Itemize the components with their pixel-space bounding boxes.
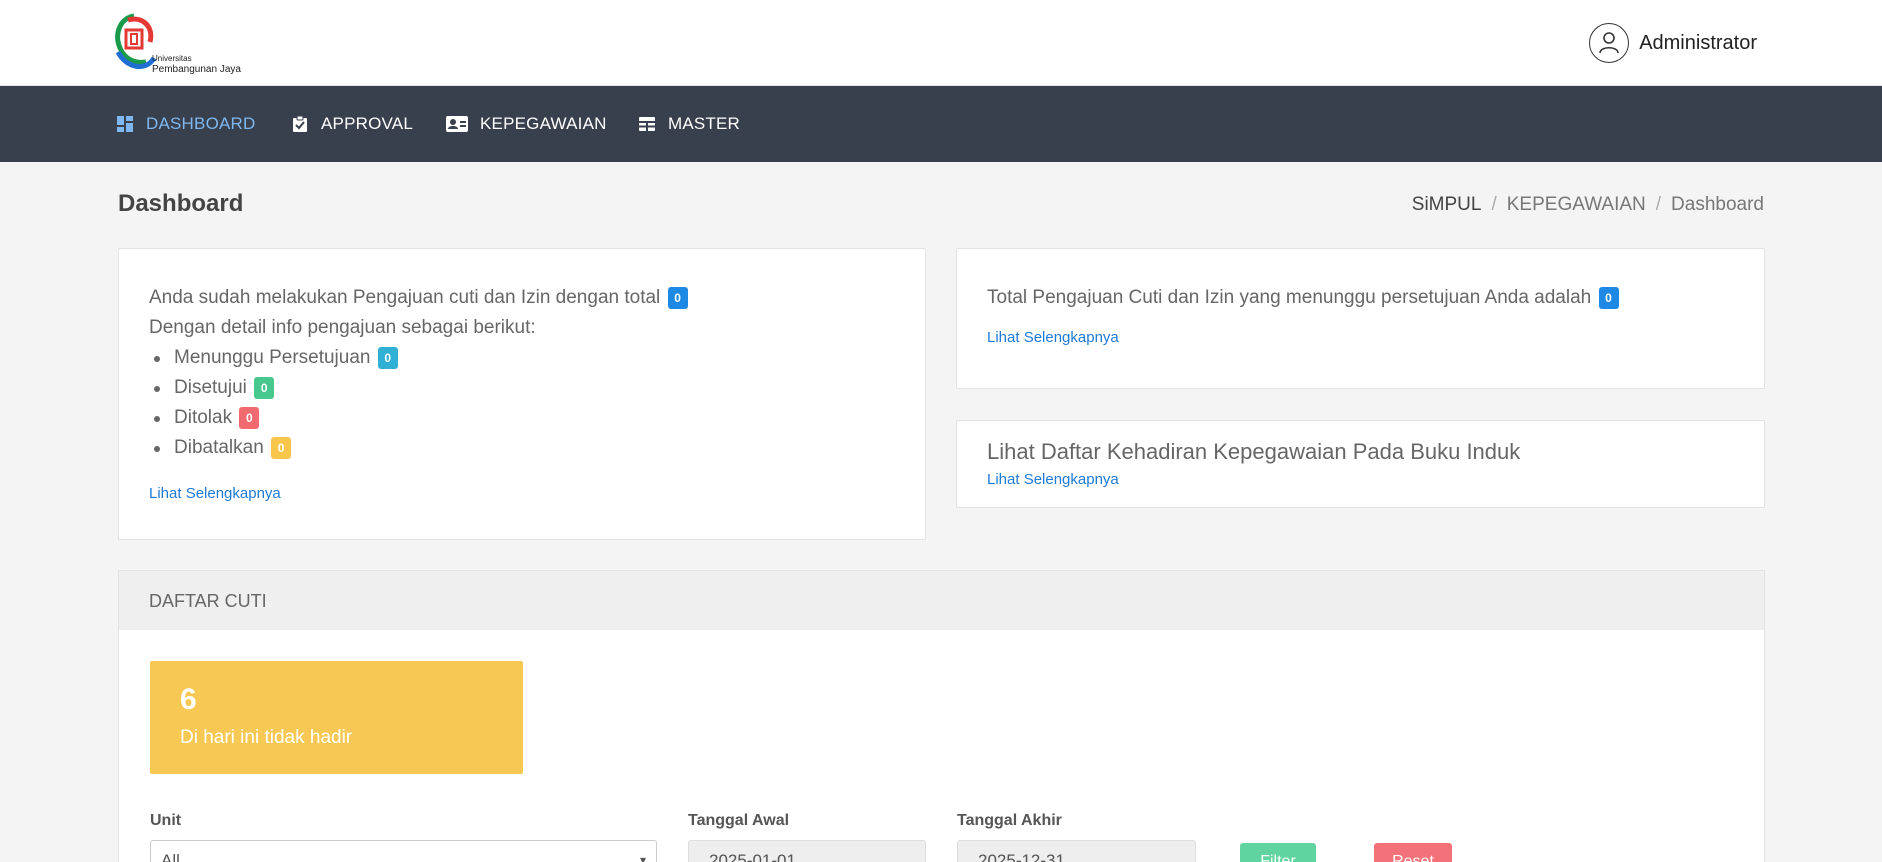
id-card-icon — [446, 116, 468, 132]
absent-today-stat: 6 Di hari ini tidak hadir — [150, 661, 523, 774]
see-more-link[interactable]: Lihat Selengkapnya — [149, 485, 281, 502]
pending-approval-badge: 0 — [1598, 286, 1619, 309]
leave-summary-card: Anda sudah melakukan Pengajuan cuti dan … — [118, 248, 926, 540]
attendance-card-title: Lihat Daftar Kehadiran Kepegawaian Pada … — [987, 439, 1521, 464]
end-date-label: Tanggal Akhir — [957, 812, 1062, 829]
pending-approval-text: Total Pengajuan Cuti dan Izin yang menun… — [987, 287, 1592, 308]
see-more-link[interactable]: Lihat Selengkapnya — [987, 471, 1119, 488]
nav-kepegawaian[interactable]: KEPEGAWAIAN — [446, 86, 607, 162]
absent-today-count: 6 — [180, 683, 197, 716]
absent-today-label: Di hari ini tidak hadir — [180, 727, 353, 748]
user-menu[interactable]: Administrator — [1589, 23, 1757, 63]
table-icon — [639, 117, 655, 131]
breadcrumb-separator: / — [1491, 194, 1497, 215]
nav-approval-label: APPROVAL — [321, 114, 413, 133]
chevron-down-icon: ▾ — [639, 853, 646, 862]
unit-label: Unit — [150, 812, 182, 829]
main-navbar: DASHBOARD APPROVAL KEPEGAWAIAN MASTER — [0, 86, 1882, 162]
end-date-input[interactable]: 2025-12-31 — [957, 840, 1196, 862]
status-rejected-badge: 0 — [239, 406, 260, 429]
user-avatar-icon[interactable] — [1589, 23, 1630, 63]
logo-text-line2: Pembangunan Jaya — [152, 64, 241, 75]
breadcrumb-dashboard: Dashboard — [1671, 194, 1764, 215]
leave-status-list: Menunggu Persetujuan 0 Disetujui 0 Ditol… — [154, 343, 895, 463]
dashboard-icon — [117, 116, 133, 132]
university-logo[interactable]: Universitas Pembangunan Jaya — [112, 12, 252, 78]
clipboard-check-icon — [293, 115, 307, 132]
breadcrumb-kepegawaian[interactable]: KEPEGAWAIAN — [1507, 194, 1646, 216]
unit-select-value: All — [161, 851, 180, 862]
page-title: Dashboard — [118, 190, 244, 217]
logo-text-line1: Universitas — [152, 54, 192, 63]
leave-detail-intro: Dengan detail info pengajuan sebagai ber… — [149, 317, 536, 338]
breadcrumb: SiMPUL / KEPEGAWAIAN / Dashboard — [1412, 194, 1764, 216]
user-name[interactable]: Administrator — [1639, 32, 1757, 55]
list-item: Disetujui 0 — [154, 373, 895, 403]
nav-approval[interactable]: APPROVAL — [291, 86, 413, 162]
top-header: Universitas Pembangunan Jaya Administrat… — [0, 0, 1882, 86]
list-item: Menunggu Persetujuan 0 — [154, 343, 895, 373]
status-approved-label: Disetujui — [174, 377, 247, 398]
status-cancelled-badge: 0 — [271, 436, 292, 459]
leave-total-line: Anda sudah melakukan Pengajuan cuti dan … — [149, 283, 895, 313]
logo-mark-icon — [115, 13, 157, 69]
nav-master[interactable]: MASTER — [638, 86, 740, 162]
status-rejected-label: Ditolak — [174, 407, 233, 428]
leave-total-text: Anda sudah melakukan Pengajuan cuti dan … — [149, 287, 661, 308]
reset-button[interactable]: Reset — [1374, 843, 1452, 862]
pending-approval-line: Total Pengajuan Cuti dan Izin yang menun… — [987, 283, 1734, 313]
see-more-link[interactable]: Lihat Selengkapnya — [987, 329, 1119, 346]
leave-total-badge: 0 — [667, 286, 688, 309]
unit-select[interactable]: All ▾ — [150, 840, 657, 862]
nav-dashboard-label: DASHBOARD — [146, 114, 256, 133]
status-cancelled-label: Dibatalkan — [174, 437, 264, 458]
pending-approval-card: Total Pengajuan Cuti dan Izin yang menun… — [956, 248, 1765, 389]
breadcrumb-separator: / — [1655, 194, 1662, 215]
status-pending-badge: 0 — [377, 346, 398, 369]
breadcrumb-simpul[interactable]: SiMPUL — [1412, 194, 1482, 216]
status-approved-badge: 0 — [254, 376, 275, 399]
nav-dashboard[interactable]: DASHBOARD — [116, 86, 256, 162]
start-date-input[interactable]: 2025-01-01 — [688, 840, 926, 862]
list-item: Ditolak 0 — [154, 403, 895, 433]
nav-master-label: MASTER — [668, 114, 741, 133]
nav-kepegawaian-label: KEPEGAWAIAN — [480, 114, 607, 133]
status-pending-label: Menunggu Persetujuan — [174, 347, 371, 368]
list-item: Dibatalkan 0 — [154, 433, 895, 463]
filter-button[interactable]: Filter — [1240, 843, 1316, 862]
start-date-label: Tanggal Awal — [688, 812, 790, 829]
attendance-card: Lihat Daftar Kehadiran Kepegawaian Pada … — [956, 420, 1765, 508]
leave-list-header: DAFTAR CUTI — [118, 570, 1765, 630]
leave-list-title: DAFTAR CUTI — [149, 591, 267, 611]
